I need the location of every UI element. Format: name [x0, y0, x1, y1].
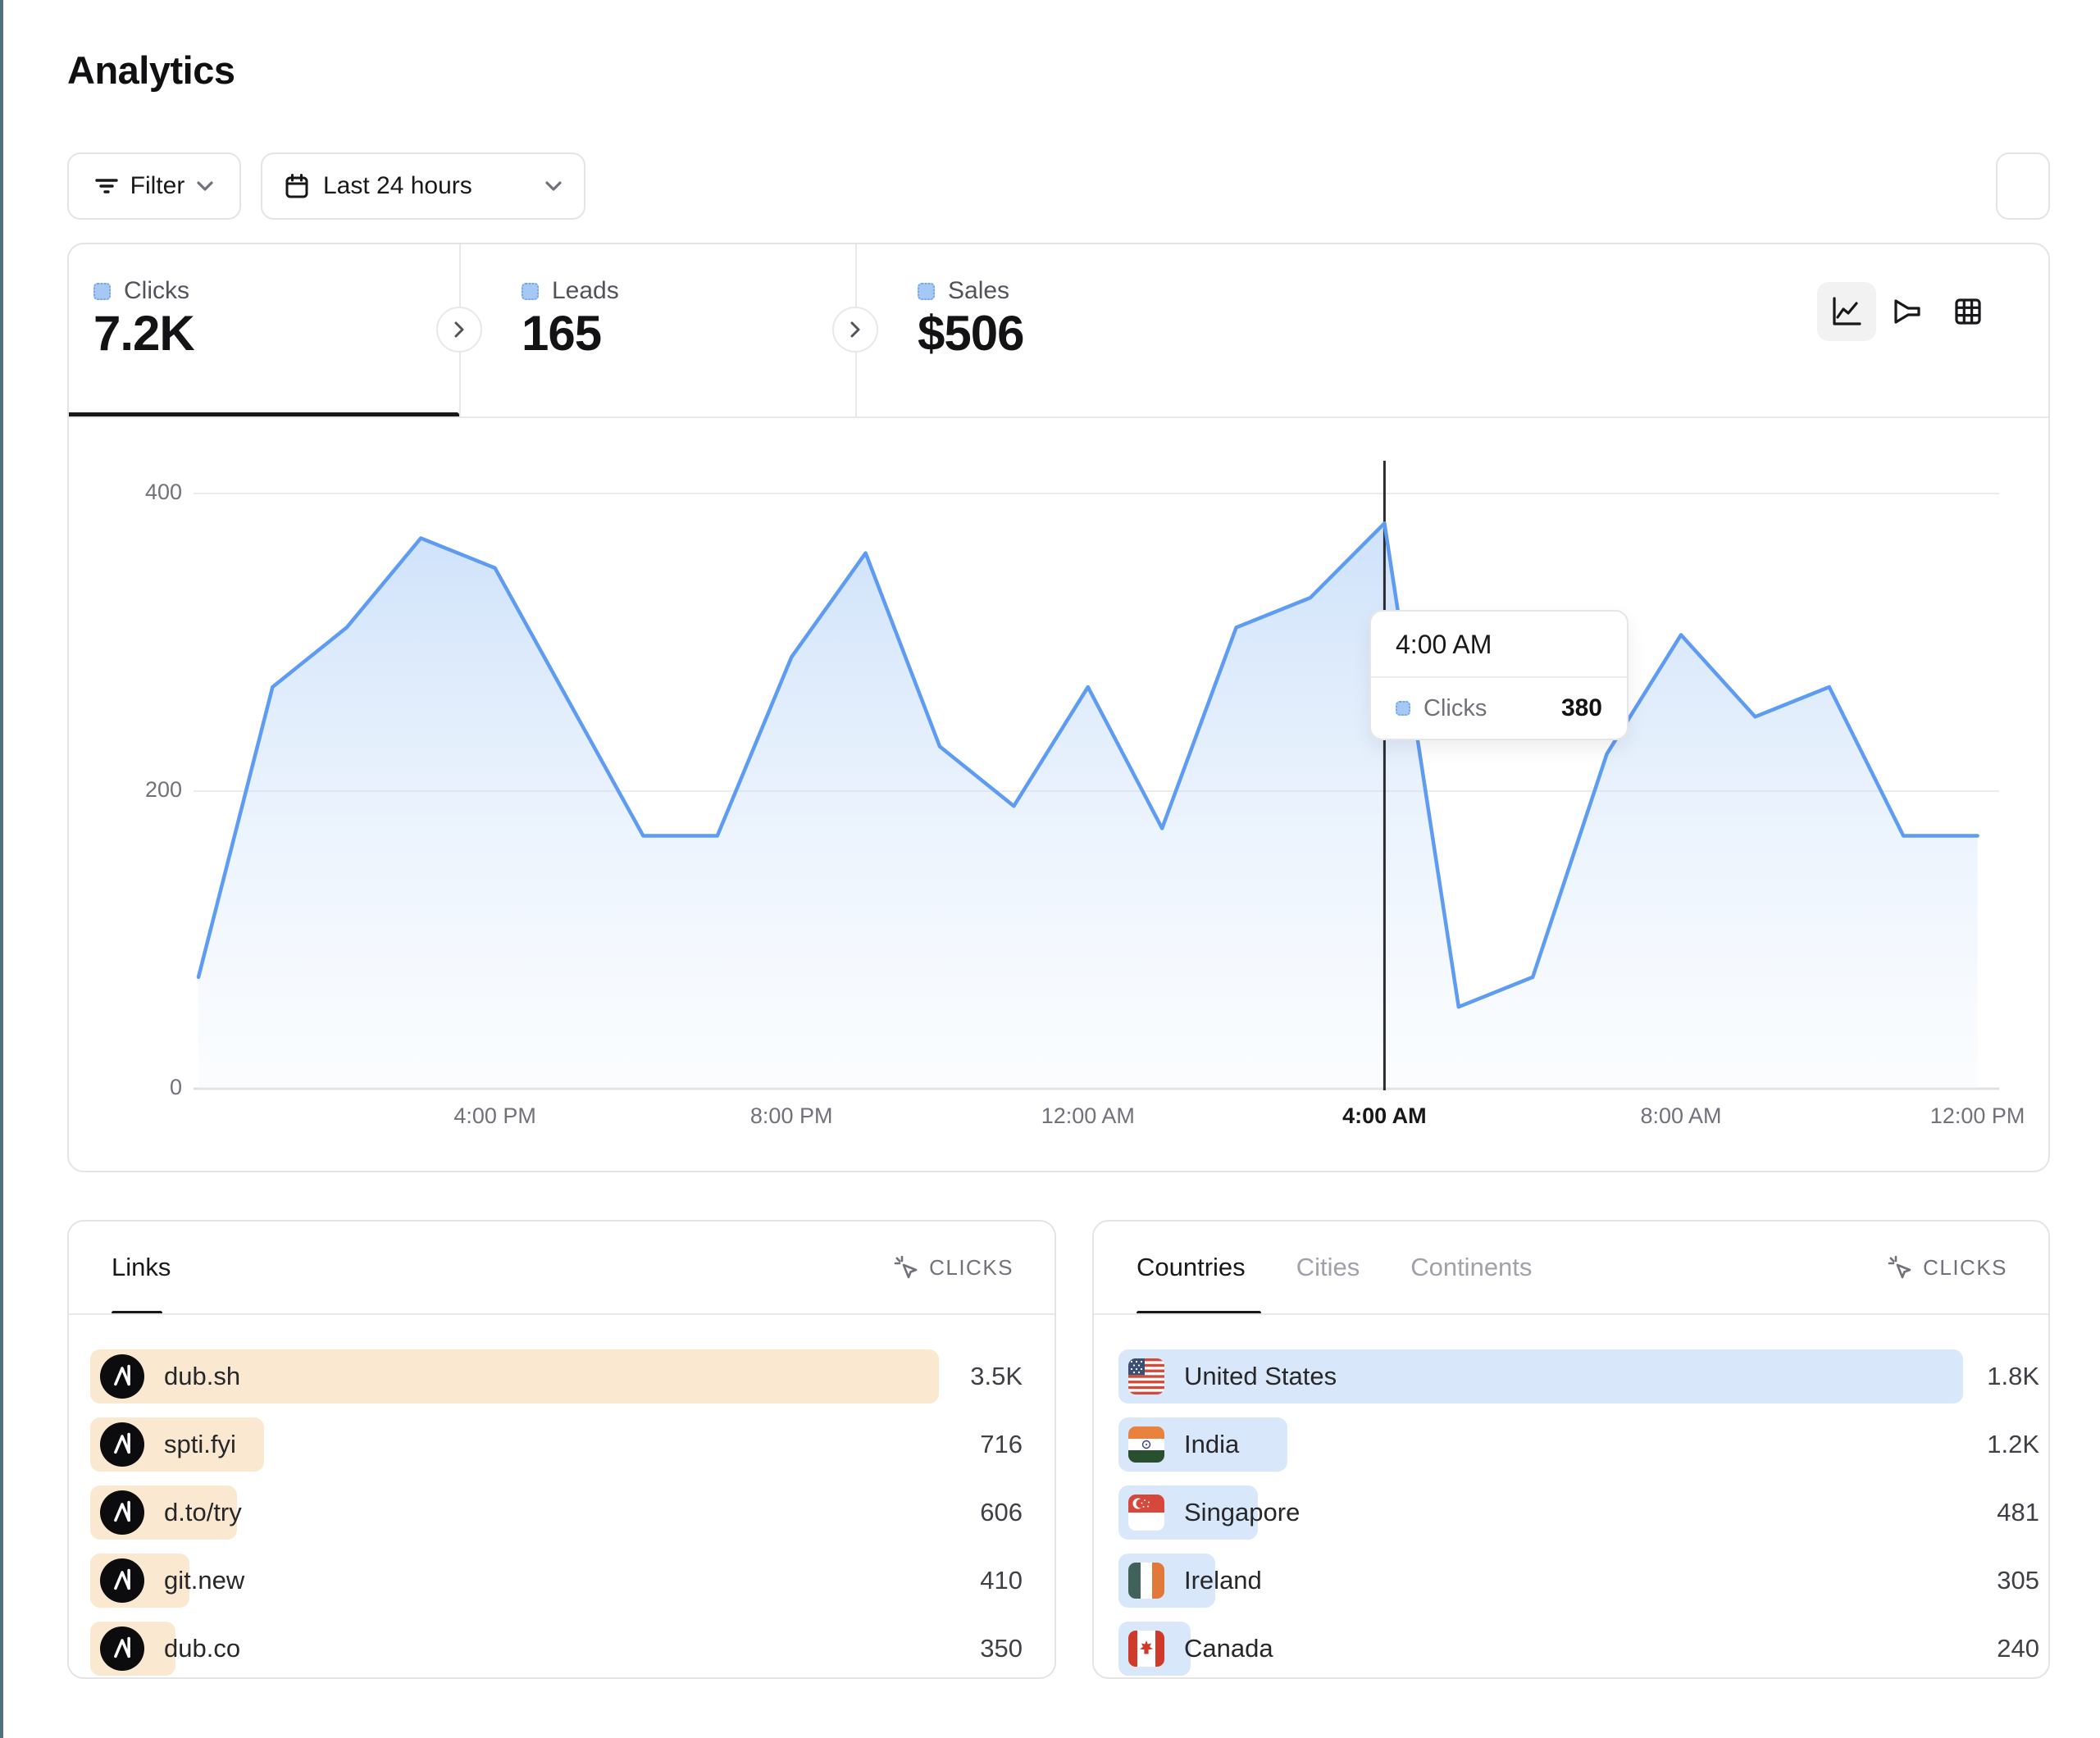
cursor-click-icon: [893, 1254, 919, 1281]
dub-logo-icon: [100, 1354, 144, 1399]
row-value: 481: [1997, 1485, 2039, 1540]
links-list: dub.sh3.5Kspti.fyi716d.to/try606git.new4…: [69, 1349, 1055, 1690]
metric-label: CLICKS: [929, 1255, 1014, 1281]
x-axis-tick: 8:00 AM: [1607, 1103, 1755, 1129]
tab-countries[interactable]: Countries: [1137, 1253, 1246, 1282]
us-flag-icon: [1128, 1358, 1164, 1394]
row-value: 1.8K: [1987, 1349, 2039, 1404]
y-axis-tick: 400: [84, 480, 182, 505]
clicks-timeseries-chart[interactable]: [69, 244, 2052, 1174]
row-label: dub.co: [164, 1634, 240, 1663]
y-axis-tick: 200: [84, 777, 182, 803]
window-left-edge: [0, 0, 3, 1738]
filter-button[interactable]: Filter: [67, 152, 241, 220]
page-title: Analytics: [67, 48, 235, 93]
dub-logo-icon: [100, 1490, 144, 1535]
metric-label: CLICKS: [1923, 1255, 2007, 1281]
filter-icon: [94, 174, 119, 198]
link-row[interactable]: dub.sh3.5K: [90, 1349, 939, 1404]
x-axis-tick: 4:00 AM: [1310, 1103, 1458, 1129]
date-range-label: Last 24 hours: [323, 172, 472, 200]
row-value: 716: [980, 1417, 1023, 1472]
clicks-marker-icon: [1396, 701, 1410, 716]
link-row[interactable]: d.to/try606: [90, 1485, 939, 1540]
row-label: spti.fyi: [164, 1430, 236, 1459]
more-options-button[interactable]: [1996, 152, 2050, 220]
row-value: 3.5K: [970, 1349, 1023, 1404]
row-label: git.new: [164, 1566, 244, 1595]
tooltip-value: 380: [1561, 694, 1602, 722]
country-row[interactable]: Ireland305: [1118, 1554, 1963, 1608]
x-axis-tick: 4:00 PM: [421, 1103, 569, 1129]
ca-flag-icon: [1128, 1631, 1164, 1667]
x-axis-tick: 8:00 PM: [717, 1103, 865, 1129]
row-label: Canada: [1184, 1634, 1273, 1663]
row-label: d.to/try: [164, 1498, 242, 1527]
row-value: 1.2K: [1987, 1417, 2039, 1472]
countries-panel: Countries Cities Continents CLICKS Unite…: [1092, 1220, 2050, 1679]
row-label: United States: [1184, 1362, 1337, 1391]
link-row[interactable]: dub.co350: [90, 1622, 939, 1676]
tab-links[interactable]: Links: [112, 1253, 171, 1282]
cursor-click-icon: [1887, 1254, 1913, 1281]
chart-tooltip: 4:00 AM Clicks 380: [1369, 610, 1629, 740]
tab-cities[interactable]: Cities: [1296, 1253, 1360, 1282]
calendar-icon: [284, 173, 310, 199]
row-value: 350: [980, 1622, 1023, 1676]
country-row[interactable]: India1.2K: [1118, 1417, 1963, 1472]
y-axis-tick: 0: [84, 1075, 182, 1100]
row-value: 606: [980, 1485, 1023, 1540]
tooltip-row: Clicks 380: [1371, 678, 1627, 739]
link-row[interactable]: spti.fyi716: [90, 1417, 939, 1472]
tab-continents[interactable]: Continents: [1410, 1253, 1532, 1282]
countries-list: United States1.8KIndia1.2KSingapore481Ir…: [1094, 1349, 2048, 1690]
chevron-down-icon: [196, 180, 214, 192]
row-label: Ireland: [1184, 1566, 1262, 1595]
country-row[interactable]: Singapore481: [1118, 1485, 1963, 1540]
dub-logo-icon: [100, 1422, 144, 1467]
analytics-card: Clicks 7.2K Leads 165 Sales $506 4002000…: [67, 243, 2050, 1172]
dub-logo-icon: [100, 1558, 144, 1603]
row-label: India: [1184, 1430, 1239, 1459]
date-range-button[interactable]: Last 24 hours: [261, 152, 585, 220]
country-row[interactable]: United States1.8K: [1118, 1349, 1963, 1404]
sg-flag-icon: [1128, 1495, 1164, 1531]
filter-button-label: Filter: [130, 172, 185, 200]
dub-logo-icon: [100, 1627, 144, 1671]
panel-divider: [69, 1313, 1055, 1315]
row-value: 305: [1997, 1554, 2039, 1608]
chevron-down-icon: [544, 180, 563, 192]
x-axis-tick: 12:00 PM: [1904, 1103, 2052, 1129]
row-label: dub.sh: [164, 1362, 240, 1391]
metric-header[interactable]: CLICKS: [1887, 1222, 2007, 1313]
x-axis-tick: 12:00 AM: [1014, 1103, 1162, 1129]
link-row[interactable]: git.new410: [90, 1554, 939, 1608]
panel-divider: [1094, 1313, 2048, 1315]
country-row[interactable]: Canada240: [1118, 1622, 1963, 1676]
ie-flag-icon: [1128, 1563, 1164, 1599]
row-value: 240: [1997, 1622, 2039, 1676]
metric-header[interactable]: CLICKS: [893, 1222, 1014, 1313]
row-value: 410: [980, 1554, 1023, 1608]
links-panel: Links CLICKS dub.sh3.5Kspti.fyi716d.to/t…: [67, 1220, 1056, 1679]
in-flag-icon: [1128, 1426, 1164, 1463]
row-label: Singapore: [1184, 1498, 1300, 1527]
tooltip-time: 4:00 AM: [1371, 612, 1627, 678]
tooltip-series-label: Clicks: [1424, 695, 1487, 722]
